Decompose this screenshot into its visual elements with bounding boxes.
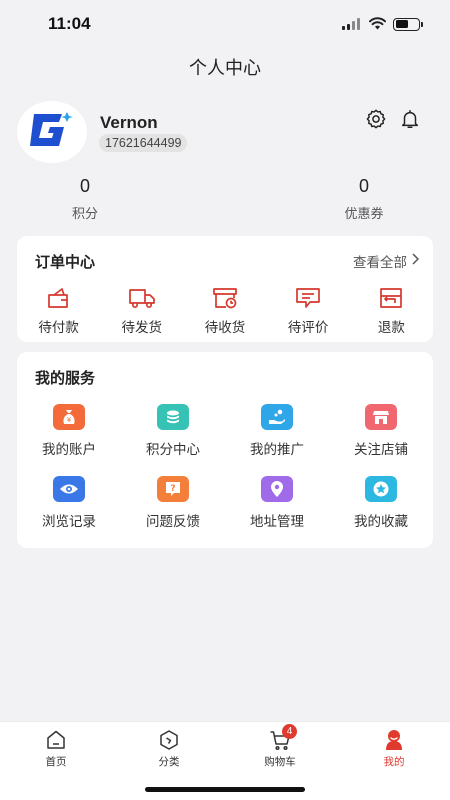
- service-followed-stores[interactable]: 关注店铺: [329, 404, 433, 458]
- coupons-label: 优惠券: [344, 207, 384, 222]
- avatar[interactable]: [17, 101, 87, 163]
- home-indicator: [145, 787, 305, 792]
- cart-icon: 4: [268, 724, 297, 752]
- order-center-card: 订单中心 查看全部 待付款 待发货 待收货 待评价 退款: [17, 236, 433, 342]
- tab-label: 分类: [158, 756, 180, 768]
- star-icon: [365, 476, 397, 502]
- question-icon: ?: [157, 476, 189, 502]
- coupons-value: 0: [358, 176, 369, 196]
- comment-icon: [294, 286, 322, 310]
- service-my-account[interactable]: ¥ 我的账户: [17, 404, 121, 458]
- points-value: 0: [79, 176, 90, 196]
- g-logo-icon: [26, 108, 78, 156]
- service-my-promotion[interactable]: 我的推广: [225, 404, 329, 458]
- order-label: 待收货: [204, 320, 246, 336]
- settings-button[interactable]: [364, 109, 388, 133]
- svg-text:¥: ¥: [67, 416, 72, 424]
- service-label: 问题反馈: [146, 514, 200, 530]
- points-label: 积分: [71, 207, 98, 222]
- profile-icon: [382, 728, 406, 752]
- hand-share-icon: [261, 404, 293, 430]
- tab-label: 我的: [383, 756, 405, 768]
- service-browsing-history[interactable]: 浏览记录: [17, 476, 121, 530]
- wallet-icon: [45, 286, 73, 310]
- eye-icon: [53, 476, 85, 502]
- truck-icon: [128, 286, 156, 310]
- home-icon: [44, 728, 68, 752]
- tab-cart[interactable]: 4 购物车: [250, 724, 310, 769]
- tab-category[interactable]: 分类: [139, 728, 199, 769]
- order-pending-review[interactable]: 待评价: [273, 286, 343, 336]
- wifi-icon: [369, 15, 386, 34]
- box-clock-icon: [211, 286, 239, 310]
- order-status-row: 待付款 待发货 待收货 待评价 退款: [17, 286, 433, 336]
- service-address-management[interactable]: 地址管理: [225, 476, 329, 530]
- order-pending-receipt[interactable]: 待收货: [190, 286, 260, 336]
- refund-icon: [377, 286, 405, 310]
- my-services-title: 我的服务: [35, 369, 96, 387]
- service-points-center[interactable]: 积分中心: [121, 404, 225, 458]
- service-label: 浏览记录: [42, 514, 96, 530]
- order-pending-payment[interactable]: 待付款: [24, 286, 94, 336]
- tab-profile[interactable]: 我的: [364, 728, 424, 769]
- chevron-right-icon: [411, 253, 420, 269]
- service-label: 我的账户: [42, 442, 96, 458]
- phone-number: 17621644499: [99, 134, 188, 152]
- service-label: 我的收藏: [354, 514, 408, 530]
- status-time: 11:04: [48, 14, 91, 33]
- svg-text:?: ?: [170, 484, 175, 494]
- tab-label: 购物车: [264, 756, 296, 768]
- cart-count-badge: 4: [282, 724, 297, 739]
- coupons-stat[interactable]: 0 优惠券: [324, 176, 404, 222]
- order-refund[interactable]: 退款: [356, 286, 426, 336]
- points-stat[interactable]: 0 积分: [45, 176, 125, 222]
- username: Vernon: [100, 113, 158, 132]
- service-feedback[interactable]: ? 问题反馈: [121, 476, 225, 530]
- view-all-orders-link[interactable]: 查看全部: [353, 251, 420, 271]
- battery-icon: [393, 17, 423, 31]
- order-label: 待发货: [121, 320, 163, 336]
- cellular-signal-icon: [342, 15, 362, 34]
- notifications-button[interactable]: [398, 109, 422, 133]
- order-center-title: 订单中心: [35, 253, 96, 271]
- status-bar: 11:04: [0, 0, 450, 48]
- bell-icon: [399, 108, 421, 134]
- order-label: 待付款: [38, 320, 79, 336]
- service-label: 关注店铺: [354, 442, 408, 458]
- service-label: 我的推广: [250, 442, 304, 458]
- status-icons: [342, 15, 423, 34]
- order-pending-shipment[interactable]: 待发货: [107, 286, 177, 336]
- service-my-favorites[interactable]: 我的收藏: [329, 476, 433, 530]
- service-label: 地址管理: [250, 514, 304, 530]
- location-icon: [261, 476, 293, 502]
- my-services-card: 我的服务 ¥ 我的账户 积分中心 我的推广 关注店铺 浏览记录 ? 问题反馈 地…: [17, 352, 433, 548]
- service-label: 积分中心: [146, 442, 200, 458]
- tab-label: 首页: [45, 756, 67, 768]
- services-grid: ¥ 我的账户 积分中心 我的推广 关注店铺 浏览记录 ? 问题反馈 地址管理 我…: [17, 404, 433, 530]
- order-label: 退款: [377, 320, 405, 336]
- order-label: 待评价: [287, 320, 329, 336]
- gear-icon: [365, 108, 387, 134]
- coins-icon: [157, 404, 189, 430]
- category-icon: [157, 728, 181, 752]
- tab-home[interactable]: 首页: [26, 728, 86, 769]
- money-bag-icon: ¥: [53, 404, 85, 430]
- view-all-label: 查看全部: [353, 255, 407, 271]
- page-title: 个人中心: [189, 58, 261, 79]
- store-icon: [365, 404, 397, 430]
